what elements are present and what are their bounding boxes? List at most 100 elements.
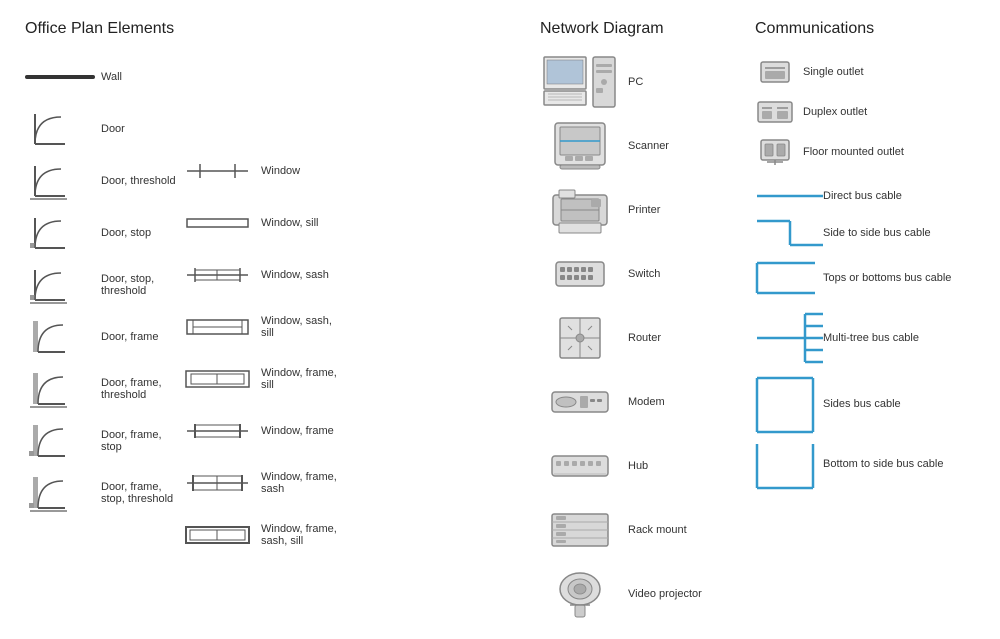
hub-icon: [540, 452, 620, 480]
scanner-icon: [540, 121, 620, 171]
window-label: Window: [261, 165, 300, 177]
floor-outlet-row: Floor mounted outlet: [755, 136, 985, 168]
multi-tree-bus-cable-label: Multi-tree bus cable: [823, 308, 919, 344]
router-row: Router: [540, 312, 740, 364]
rack-mount-label: Rack mount: [628, 524, 687, 536]
network-section: Network Diagram: [530, 20, 750, 629]
door-threshold-label: Door, threshold: [101, 175, 176, 187]
sides-bus-cable-row: Sides bus cable: [755, 372, 985, 434]
communications-title: Communications: [755, 20, 985, 38]
wall-label: Wall: [101, 71, 122, 83]
door-frame-icon: [25, 317, 95, 357]
floor-outlet-icon: [755, 138, 795, 166]
window-sill-row: Window, sill: [185, 202, 345, 244]
network-title: Network Diagram: [540, 20, 740, 38]
router-label: Router: [628, 332, 661, 344]
bottom-to-side-bus-cable-icon: [755, 442, 815, 490]
door-threshold-icon: [25, 161, 95, 201]
window-frame-sash-row: Window, frame, sash: [185, 462, 345, 504]
door-frame-stop-icon: [25, 421, 95, 461]
duplex-outlet-icon: [755, 100, 795, 124]
floor-outlet-label: Floor mounted outlet: [803, 146, 904, 158]
printer-icon: [540, 185, 620, 235]
duplex-outlet-row: Duplex outlet: [755, 96, 985, 128]
duplex-outlet-label: Duplex outlet: [803, 106, 867, 118]
wall-icon: [25, 75, 95, 79]
switch-label: Switch: [628, 268, 660, 280]
scanner-label: Scanner: [628, 140, 669, 152]
window-frame-sash-sill-row: Window, frame, sash, sill: [185, 514, 345, 556]
video-projector-row: Video projector: [540, 568, 740, 620]
modem-label: Modem: [628, 396, 665, 408]
rack-mount-icon: [540, 512, 620, 548]
wall-row: Wall: [25, 56, 525, 98]
door-row: Door: [25, 108, 185, 150]
direct-bus-cable-label: Direct bus cable: [823, 190, 902, 202]
direct-bus-cable-row: Direct bus cable: [755, 182, 985, 210]
single-outlet-icon: [755, 60, 795, 84]
window-frame-sash-sill-label: Window, frame, sash, sill: [261, 523, 345, 547]
door-frame-stop-row: Door, frame, stop: [25, 420, 185, 462]
switch-icon: [540, 254, 620, 294]
door-stop-label: Door, stop: [101, 227, 151, 239]
window-frame-label: Window, frame: [261, 425, 334, 437]
door-frame-stop-label: Door, frame, stop: [101, 429, 185, 453]
scanner-row: Scanner: [540, 120, 740, 172]
video-projector-label: Video projector: [628, 588, 702, 600]
modem-icon: [540, 387, 620, 417]
router-icon: [540, 316, 620, 360]
door-frame-stop-threshold-row: Door, frame, stop, threshold: [25, 472, 185, 514]
window-frame-sill-label: Window, frame, sill: [261, 367, 345, 391]
window-sash-sill-row: Window, sash, sill: [185, 306, 345, 348]
pc-icon: [540, 56, 620, 108]
windows-column: Window Window, sill: [185, 108, 345, 566]
single-outlet-row: Single outlet: [755, 56, 985, 88]
side-to-side-bus-cable-label: Side to side bus cable: [823, 227, 931, 239]
door-stop-icon: [25, 213, 95, 253]
tops-bottoms-bus-cable-icon: [755, 257, 815, 299]
office-plan-title: Office Plan Elements: [25, 20, 525, 38]
doors-column: Door Door, threshold: [25, 108, 185, 566]
door-stop-threshold-label: Door, stop, threshold: [101, 273, 185, 297]
window-frame-sill-icon: [185, 369, 255, 389]
single-outlet-label: Single outlet: [803, 66, 864, 78]
tops-bottoms-bus-cable-label: Tops or bottoms bus cable: [823, 272, 951, 284]
switch-row: Switch: [540, 248, 740, 300]
window-frame-sash-icon: [185, 473, 255, 493]
video-projector-icon: [540, 569, 620, 619]
door-stop-row: Door, stop: [25, 212, 185, 254]
door-frame-stop-threshold-icon: [25, 473, 95, 513]
office-plan-section: Office Plan Elements Wall: [20, 20, 530, 629]
door-frame-threshold-icon: [25, 369, 95, 409]
rack-mount-row: Rack mount: [540, 504, 740, 556]
window-icon: [185, 162, 255, 180]
door-icon: [25, 109, 95, 149]
printer-row: Printer: [540, 184, 740, 236]
door-frame-row: Door, frame: [25, 316, 185, 358]
window-frame-icon: [185, 422, 255, 440]
window-frame-sash-label: Window, frame, sash: [261, 471, 345, 495]
window-sash-icon: [185, 266, 255, 284]
window-frame-row: Window, frame: [185, 410, 345, 452]
modem-row: Modem: [540, 376, 740, 428]
multi-tree-bus-cable-row: Multi-tree bus cable: [755, 304, 985, 368]
window-sash-sill-label: Window, sash, sill: [261, 315, 345, 339]
door-frame-threshold-label: Door, frame, threshold: [101, 377, 185, 401]
window-sash-row: Window, sash: [185, 254, 345, 296]
tops-bottoms-bus-cable-row: Tops or bottoms bus cable: [755, 256, 985, 300]
pc-label: PC: [628, 76, 643, 88]
sides-bus-cable-icon: [755, 376, 815, 434]
hub-label: Hub: [628, 460, 648, 472]
door-stop-threshold-icon: [25, 265, 95, 305]
window-row: Window: [185, 150, 345, 192]
side-to-side-bus-cable-icon: [755, 215, 815, 251]
window-sill-icon: [185, 213, 255, 233]
communications-section: Communications Single outlet: [750, 20, 990, 629]
door-label: Door: [101, 123, 125, 135]
bottom-to-side-bus-cable-label: Bottom to side bus cable: [823, 442, 943, 470]
window-sill-label: Window, sill: [261, 217, 318, 229]
window-sash-sill-icon: [185, 317, 255, 337]
door-frame-stop-threshold-label: Door, frame, stop, threshold: [101, 481, 185, 505]
side-to-side-bus-cable-row: Side to side bus cable: [755, 214, 985, 252]
door-stop-threshold-row: Door, stop, threshold: [25, 264, 185, 306]
